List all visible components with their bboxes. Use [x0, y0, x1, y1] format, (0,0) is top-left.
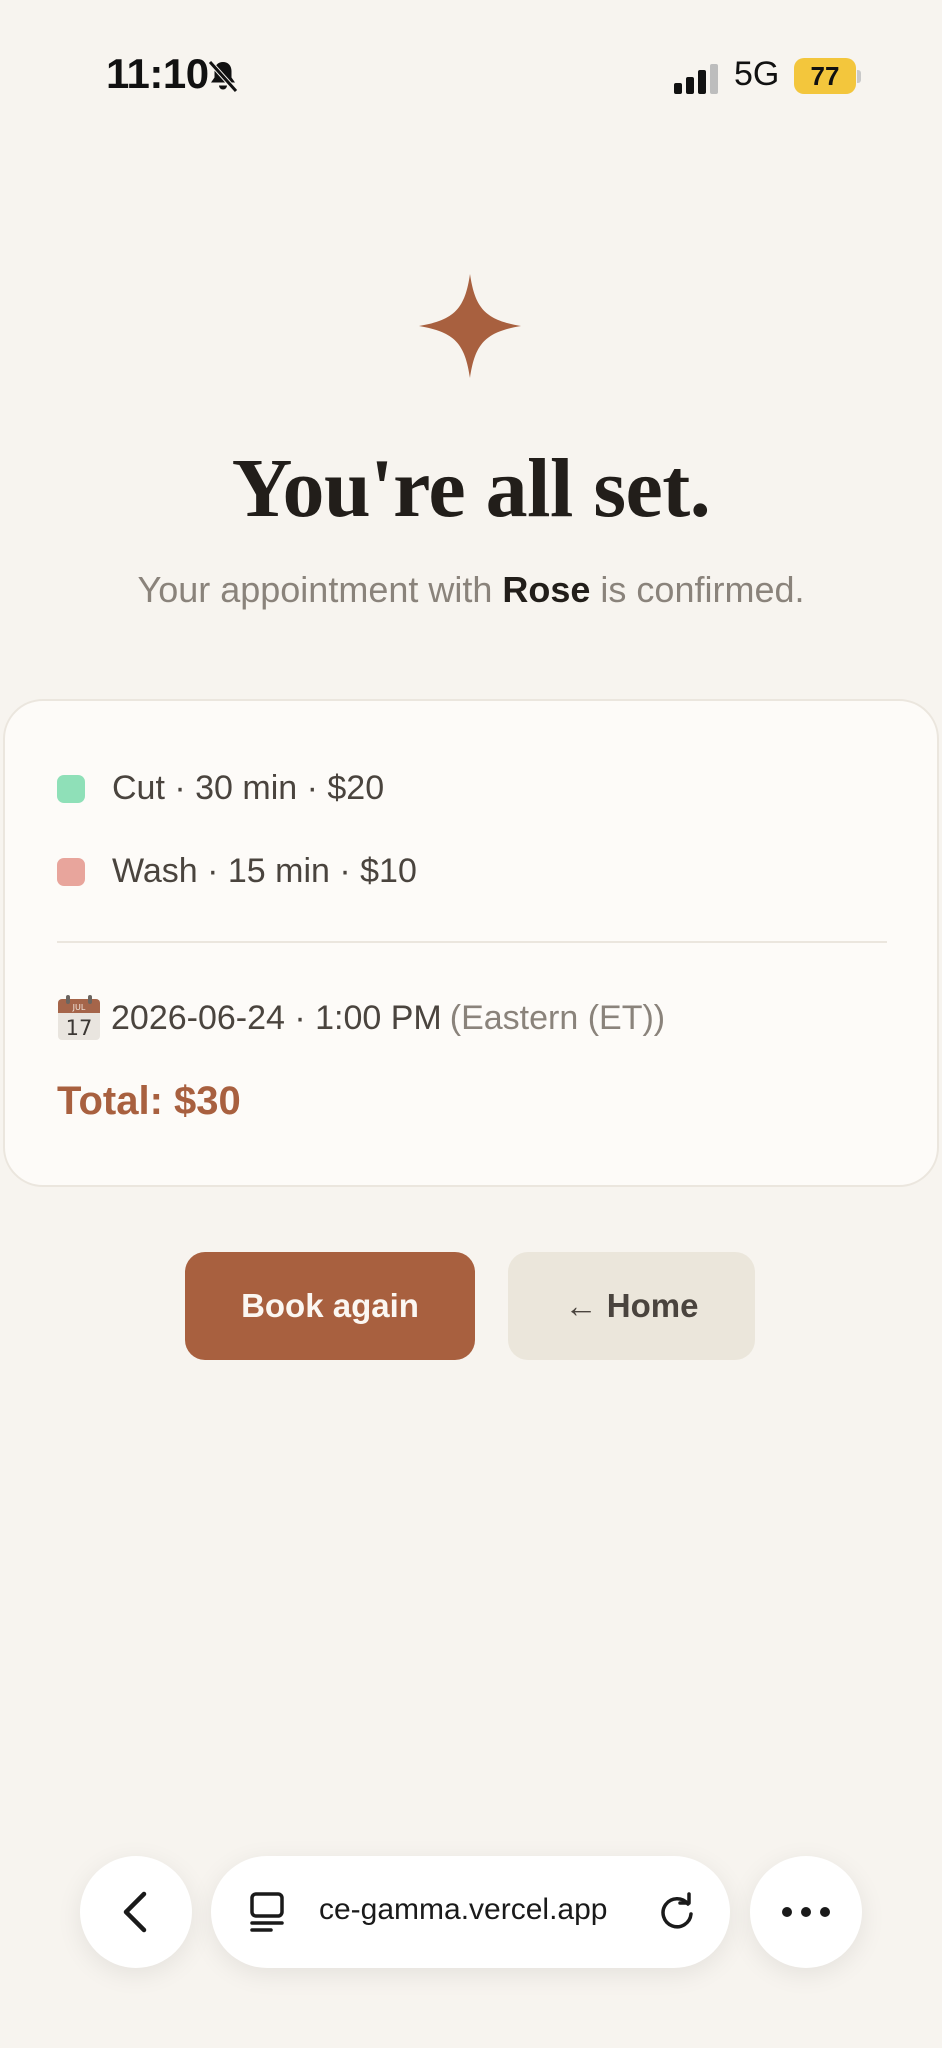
battery-indicator: 77 [794, 58, 856, 94]
chevron-left-icon [123, 1891, 147, 1933]
calendar-icon-month: JUL [72, 1003, 86, 1012]
service-color-dot [57, 857, 85, 886]
status-bar: 11:10 5G 77 [0, 0, 942, 150]
calendar-icon: JUL 17 [58, 995, 100, 1040]
status-time: 11:10 [106, 50, 209, 97]
browser-address-bar[interactable]: ce-gamma.vercel.app [211, 1856, 730, 1968]
service-item-cut: Cut · 30 min · $20 [57, 769, 384, 808]
battery-nub [857, 70, 861, 83]
tabs-icon[interactable] [247, 1890, 291, 1934]
bell-muted-icon [208, 60, 238, 93]
subtitle-prefix: Your appointment with [137, 569, 503, 610]
service-label: Cut · 30 min · $20 [112, 769, 385, 807]
service-item-wash: Wash · 15 min · $10 [57, 852, 417, 891]
sparkle-icon [419, 274, 521, 378]
ellipsis-icon [782, 1907, 830, 1917]
url-text[interactable]: ce-gamma.vercel.app [319, 1893, 619, 1927]
total-price: Total: $30 [57, 1079, 241, 1123]
signal-icon [674, 64, 718, 94]
divider [57, 941, 887, 943]
appointment-date-time: 2026-06-24 · 1:00 PM [111, 998, 442, 1037]
browser-more-button[interactable] [750, 1856, 862, 1968]
network-label: 5G [734, 55, 780, 93]
calendar-icon-day: 17 [66, 1016, 93, 1040]
service-color-dot [57, 774, 85, 803]
appointment-datetime: JUL 17 2026-06-24 · 1:00 PM (Eastern (ET… [57, 995, 665, 1041]
book-again-button[interactable]: Book again [185, 1252, 475, 1360]
page-title: You're all set. [231, 442, 711, 535]
stylist-name: Rose [502, 569, 591, 610]
home-button[interactable]: ← Home [508, 1252, 755, 1360]
reload-icon[interactable] [657, 1892, 697, 1932]
appointment-summary-card: Cut · 30 min · $20 Wash · 15 min · $10 J… [3, 699, 939, 1187]
appointment-timezone: (Eastern (ET)) [449, 998, 666, 1037]
service-label: Wash · 15 min · $10 [112, 852, 417, 890]
subtitle-suffix: is confirmed. [590, 569, 805, 610]
confirmation-subtitle: Your appointment with Rose is confirmed. [0, 569, 942, 611]
browser-back-button[interactable] [80, 1856, 192, 1968]
